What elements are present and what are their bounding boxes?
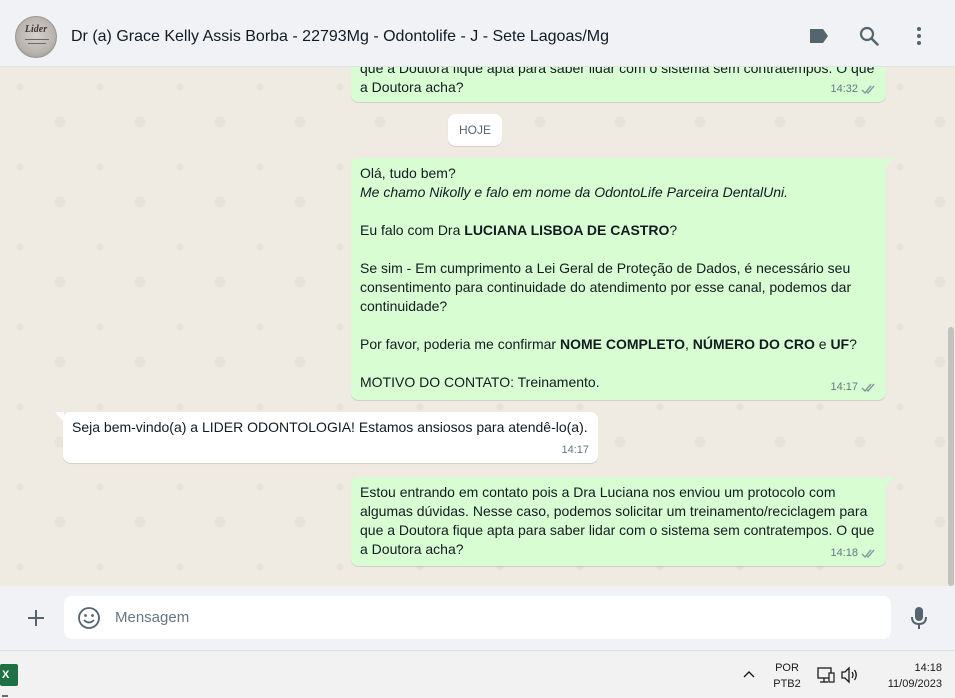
search-icon[interactable] bbox=[856, 23, 882, 49]
label-icon[interactable] bbox=[806, 23, 832, 49]
bubble-tail bbox=[885, 158, 894, 168]
message-text: que a Doutora fique apta para saber lida… bbox=[360, 67, 875, 95]
keyboard-layout: PTB2 bbox=[773, 678, 801, 690]
bubble-tail bbox=[885, 477, 894, 487]
message-paragraph: Se sim - Em cumprimento a Lei Geral de P… bbox=[360, 260, 852, 314]
message-meta: 14:17 bbox=[830, 378, 877, 397]
system-clock[interactable]: 14:18 11/09/2023 bbox=[868, 660, 942, 692]
message-line: Me chamo Nikolly e falo em nome da Odont… bbox=[360, 184, 788, 200]
double-check-icon bbox=[861, 383, 875, 393]
bubble-tail bbox=[55, 412, 64, 422]
message-time: 14:32 bbox=[830, 83, 858, 95]
plus-icon bbox=[28, 610, 44, 626]
show-hidden-icons-button[interactable] bbox=[740, 664, 758, 684]
message-paragraph: MOTIVO DO CONTATO: Treinamento. bbox=[360, 374, 600, 390]
active-app-indicator bbox=[2, 695, 8, 697]
avatar-logo-line bbox=[25, 39, 49, 40]
excel-taskbar-icon[interactable]: X bbox=[0, 664, 18, 686]
chat-header[interactable]: Lider Dr (a) Grace Kelly Assis Borba - 2… bbox=[0, 0, 955, 67]
message-outgoing[interactable]: Estou entrando em contato pois a Dra Luc… bbox=[351, 477, 894, 566]
double-check-icon bbox=[861, 85, 875, 95]
emoji-icon bbox=[78, 607, 100, 629]
microphone-icon bbox=[911, 607, 927, 629]
message-paragraph: Por favor, poderia me confirmar NOME COM… bbox=[360, 336, 857, 352]
chat-title[interactable]: Dr (a) Grace Kelly Assis Borba - 22793Mg… bbox=[71, 28, 609, 46]
message-line: Olá, tudo bem? bbox=[360, 165, 456, 181]
message-input-box[interactable] bbox=[64, 596, 891, 639]
message-line: Eu falo com Dra LUCIANA LISBOA DE CASTRO… bbox=[360, 222, 678, 238]
message-time: 14:17 bbox=[561, 444, 589, 456]
message-outgoing[interactable]: Olá, tudo bem? Me chamo Nikolly e falo e… bbox=[351, 158, 894, 400]
message-text: Estou entrando em contato pois a Dra Luc… bbox=[360, 484, 875, 557]
volume-icon[interactable] bbox=[840, 665, 860, 685]
scrollbar[interactable] bbox=[947, 67, 955, 586]
menu-icon[interactable] bbox=[906, 23, 932, 49]
message-meta: 14:32 bbox=[830, 80, 877, 99]
message-text: Seja bem-vindo(a) a LIDER ODONTOLOGIA! E… bbox=[72, 419, 588, 435]
message-composer bbox=[0, 586, 955, 650]
message-input[interactable] bbox=[115, 596, 875, 639]
attach-button[interactable] bbox=[22, 604, 50, 632]
message-outgoing[interactable]: que a Doutora fique apta para saber lida… bbox=[351, 67, 886, 102]
input-language-indicator[interactable]: POR PTB2 bbox=[770, 660, 804, 692]
double-check-icon bbox=[861, 549, 875, 559]
clock-date: 11/09/2023 bbox=[887, 678, 942, 690]
contact-avatar[interactable]: Lider bbox=[15, 16, 57, 58]
avatar-logo-line bbox=[28, 43, 46, 44]
message-list[interactable]: que a Doutora fique apta para saber lida… bbox=[0, 67, 955, 586]
avatar-logo-text: Lider bbox=[24, 24, 48, 35]
message-meta: 14:17 bbox=[561, 441, 589, 460]
voice-message-button[interactable] bbox=[906, 604, 932, 632]
message-time: 14:17 bbox=[830, 381, 858, 393]
message-incoming[interactable]: Seja bem-vindo(a) a LIDER ODONTOLOGIA! E… bbox=[55, 412, 598, 463]
language-code: POR bbox=[775, 662, 799, 674]
date-chip: HOJE bbox=[448, 114, 502, 146]
network-icon[interactable] bbox=[816, 665, 836, 685]
emoji-button[interactable] bbox=[77, 606, 101, 630]
scrollbar-thumb[interactable] bbox=[948, 327, 954, 586]
message-time: 14:18 bbox=[830, 547, 858, 559]
chevron-up-icon bbox=[743, 671, 755, 678]
clock-time: 14:18 bbox=[914, 662, 942, 674]
message-meta: 14:18 bbox=[830, 544, 877, 563]
taskbar: X POR PTB2 14:18 11/09/2023 bbox=[0, 650, 955, 698]
